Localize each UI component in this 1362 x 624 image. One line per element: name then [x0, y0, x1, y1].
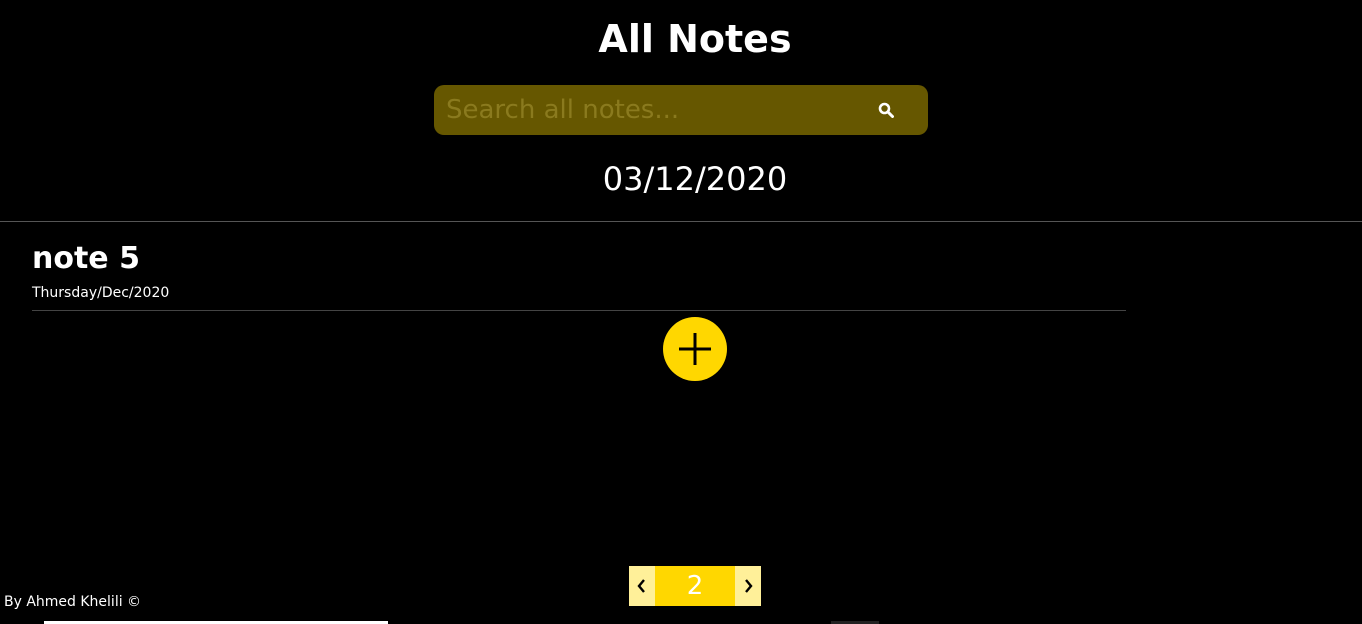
add-note-button[interactable]: [663, 317, 727, 381]
note-title: note 5: [32, 241, 140, 276]
current-date: 03/12/2020: [602, 160, 788, 198]
notes-app: All Notes 03/12/2020 note 5 Thursday/Dec…: [0, 0, 1362, 624]
pagination: 2: [629, 566, 761, 606]
chevron-right-icon: [745, 579, 753, 593]
header-divider: [0, 221, 1362, 222]
page-title: All Notes: [598, 17, 792, 61]
next-page-button[interactable]: [735, 566, 761, 606]
current-page-number: 2: [655, 566, 735, 606]
plus-icon: [679, 333, 711, 365]
note-list-item[interactable]: note 5 Thursday/Dec/2020: [32, 238, 1126, 311]
search-icon[interactable]: [878, 102, 894, 118]
footer-credit: By Ahmed Khelili ©: [4, 594, 142, 610]
previous-page-button[interactable]: [629, 566, 655, 606]
search-input[interactable]: [446, 85, 866, 135]
chevron-left-icon: [637, 579, 645, 593]
search-bar: [434, 85, 928, 135]
note-date: Thursday/Dec/2020: [32, 285, 170, 301]
